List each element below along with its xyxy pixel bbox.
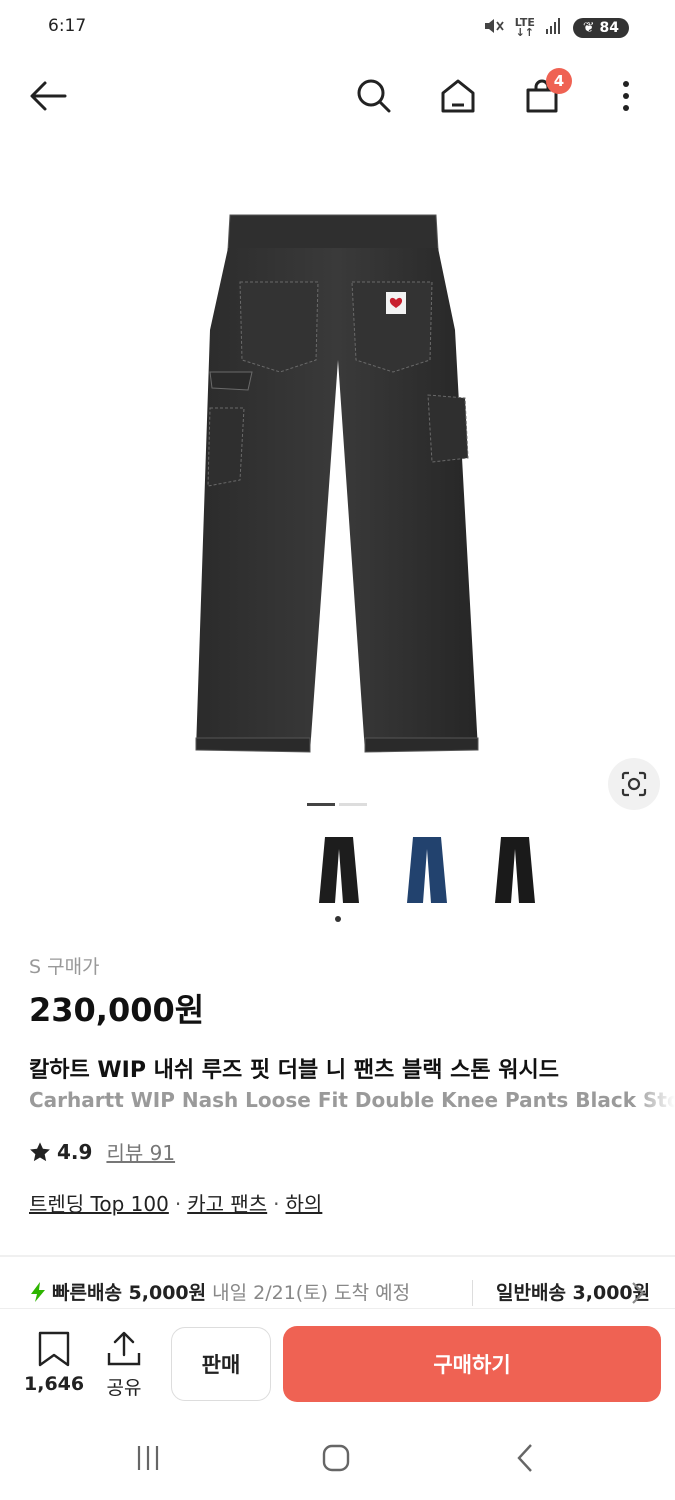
color-thumbnails	[295, 830, 559, 910]
bottom-action-bar: 1,646 공유 판매 구매하기	[0, 1308, 675, 1408]
back-nav-icon	[517, 1444, 532, 1472]
pants-thumbnail-image	[407, 837, 447, 903]
home-button[interactable]	[436, 74, 480, 118]
top-app-bar: 4	[0, 62, 675, 132]
home-nav-icon	[322, 1444, 350, 1472]
normal-delivery-label[interactable]: 일반배송 3,000원	[496, 1278, 650, 1305]
thumbnail-black-stone[interactable]	[295, 830, 383, 910]
signal-icon	[545, 17, 563, 39]
search-icon	[357, 79, 391, 113]
review-link[interactable]: 리뷰 91	[106, 1137, 175, 1166]
network-type: LTE ↓↑	[515, 17, 535, 39]
star-icon	[30, 1141, 50, 1161]
fast-delivery-eta: 내일 2/21(토) 도착 예정	[212, 1282, 411, 1304]
pants-image	[195, 214, 479, 753]
data-arrows-icon: ↓↑	[515, 26, 535, 39]
status-time: 6:17	[48, 16, 87, 36]
image-search-button[interactable]	[608, 758, 660, 810]
home-nav-button[interactable]	[316, 1440, 356, 1476]
rating-score: 4.9	[57, 1139, 93, 1164]
selected-thumbnail-dot	[335, 916, 341, 922]
section-divider	[0, 1255, 675, 1257]
pants-thumbnail-image	[495, 837, 535, 903]
pants-thumbnail-image	[319, 837, 359, 903]
tag-bottoms[interactable]: 하의	[286, 1192, 323, 1216]
shipping-options[interactable]: 빠른배송 5,000원 내일 2/21(토) 도착 예정 일반배송 3,000원	[30, 1278, 675, 1310]
more-options-button[interactable]	[604, 74, 648, 118]
pager-indicator	[339, 803, 367, 806]
lightning-icon	[31, 1281, 45, 1302]
share-icon	[107, 1331, 141, 1366]
system-navigation-bar	[0, 1412, 675, 1500]
share-label: 공유	[106, 1377, 142, 1399]
bookmark-count: 1,646	[24, 1373, 85, 1395]
category-tags: 트렌딩 Top 100 · 카고 팬츠 · 하의	[29, 1188, 322, 1217]
buy-button[interactable]: 구매하기	[283, 1326, 661, 1402]
status-icons: LTE ↓↑ ❦ 84	[483, 16, 629, 40]
chevron-right-icon[interactable]	[630, 1280, 646, 1306]
price-label: S 구매가	[29, 956, 100, 978]
rating: 4.9 리뷰 91	[29, 1137, 175, 1166]
shipping-separator	[472, 1280, 473, 1306]
recent-apps-button[interactable]	[128, 1440, 168, 1476]
recent-apps-icon	[137, 1446, 159, 1470]
fast-delivery[interactable]: 빠른배송 5,000원 내일 2/21(토) 도착 예정	[30, 1278, 410, 1305]
price: 230,000원	[29, 991, 205, 1029]
image-pager	[307, 803, 367, 806]
product-image[interactable]	[0, 150, 675, 810]
back-arrow-icon	[30, 81, 67, 111]
battery-leaf-icon: ❦	[582, 20, 595, 36]
share-button[interactable]: 공유	[102, 1331, 146, 1400]
more-vertical-icon	[623, 81, 629, 111]
back-nav-button[interactable]	[505, 1440, 545, 1476]
tag-separator: ·	[273, 1192, 280, 1216]
tag-trending[interactable]: 트렌딩 Top 100	[29, 1192, 169, 1216]
cart-count-badge: 4	[546, 68, 572, 94]
battery-indicator: ❦ 84	[572, 18, 629, 38]
cart-button[interactable]: 4	[520, 68, 572, 118]
back-button[interactable]	[26, 74, 70, 118]
lens-icon	[621, 771, 647, 797]
product-title-english: Carhartt WIP Nash Loose Fit Double Knee …	[29, 1088, 675, 1112]
fast-delivery-label: 빠른배송 5,000원	[52, 1282, 207, 1304]
thumbnail-blue[interactable]	[383, 830, 471, 910]
tag-cargo-pants[interactable]: 카고 팬츠	[187, 1192, 267, 1216]
pager-indicator-active	[307, 803, 335, 806]
status-bar: 6:17 LTE ↓↑ ❦ 84	[0, 0, 675, 58]
product-title-korean: 칼하트 WIP 내쉬 루즈 핏 더블 니 팬츠 블랙 스톤 워시드	[29, 1058, 559, 1083]
home-icon	[441, 79, 475, 113]
mute-icon	[483, 16, 505, 40]
bookmark-button[interactable]: 1,646	[24, 1331, 84, 1395]
bookmark-icon	[38, 1331, 70, 1367]
thumbnail-black[interactable]	[471, 830, 559, 910]
sell-button[interactable]: 판매	[171, 1327, 271, 1401]
battery-level: 84	[599, 20, 619, 36]
tag-separator: ·	[174, 1192, 182, 1216]
search-button[interactable]	[352, 74, 396, 118]
